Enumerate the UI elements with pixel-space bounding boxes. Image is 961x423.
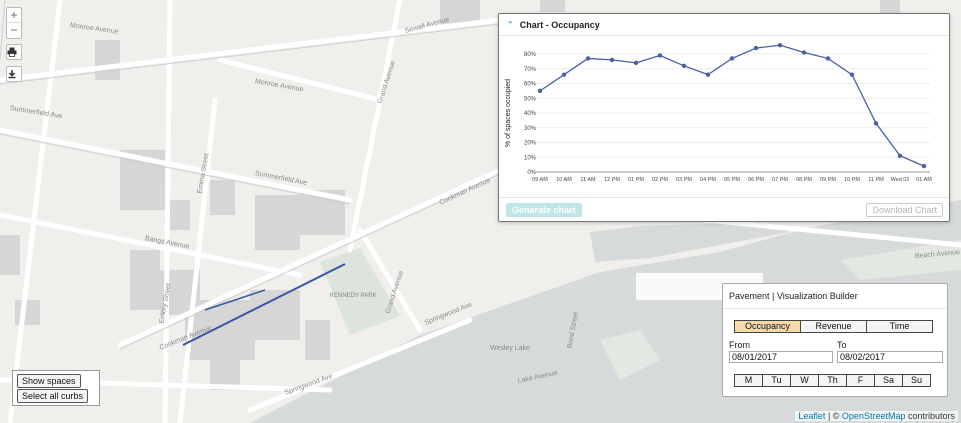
metric-occupancy-button[interactable]: Occupancy [734, 320, 801, 333]
x-tick-label: 09 AM [532, 177, 548, 183]
data-point [609, 57, 615, 63]
print-button[interactable] [6, 44, 22, 60]
download-button[interactable] [6, 66, 22, 82]
metric-time-button[interactable]: Time [866, 320, 933, 333]
select-all-curbs-button[interactable]: Select all curbs [17, 389, 89, 403]
data-point [537, 88, 543, 94]
data-point [681, 63, 687, 68]
data-point [873, 121, 879, 126]
x-tick-label: 08 PM [796, 177, 812, 183]
zoom-in-button[interactable]: + [7, 8, 21, 23]
x-tick-label: 04 PM [700, 177, 716, 183]
x-tick-label: 01 AM [916, 177, 932, 183]
data-point [897, 153, 903, 158]
download-chart-button[interactable]: Download Chart [866, 203, 943, 217]
chart-title: Chart - Occupancy [519, 19, 600, 30]
x-tick-label: 10 PM [844, 177, 860, 183]
data-point [849, 72, 855, 77]
day-sunday-button[interactable]: Su [902, 374, 931, 387]
zoom-out-button[interactable]: − [7, 23, 21, 38]
curb-selection-box: Show spaces Select all curbs [12, 370, 100, 406]
data-point [801, 50, 807, 55]
from-label: From [729, 340, 750, 350]
x-tick-label: 01 PM [628, 177, 644, 183]
data-point [657, 53, 663, 58]
data-point [753, 45, 759, 51]
data-point [633, 60, 639, 66]
show-spaces-button[interactable]: Show spaces [17, 374, 81, 388]
data-point [561, 72, 567, 77]
x-tick-label: Wed 02 [891, 177, 910, 183]
y-tick-label: 0% [527, 170, 536, 176]
y-tick-label: 20% [524, 141, 537, 147]
day-thursday-button[interactable]: Th [818, 374, 847, 387]
chart-header[interactable]: ⌃ Chart - Occupancy [499, 14, 949, 36]
attribution-tail: contributors [905, 411, 955, 421]
x-tick-label: 07 PM [772, 177, 788, 183]
data-point [705, 72, 711, 77]
y-tick-label: 60% [524, 82, 537, 88]
metric-revenue-button[interactable]: Revenue [800, 320, 867, 333]
x-tick-label: 12 PM [604, 177, 620, 183]
visualization-builder: Pavement | Visualization Builder Occupan… [722, 283, 948, 397]
data-point [585, 56, 591, 61]
to-date-input[interactable]: 08/02/2017 [837, 351, 943, 363]
chart-panel: ⌃ Chart - Occupancy 0% 10% 20% 30% 40% 50% 60%… [498, 13, 950, 222]
to-label: To [837, 340, 847, 350]
x-tick-label: 06 PM [748, 177, 764, 183]
chart-footer: Generate chart Download Chart [499, 197, 949, 221]
data-point [777, 42, 783, 48]
data-point [921, 163, 927, 169]
print-icon [7, 47, 17, 57]
x-tick-label: 10 AM [556, 177, 572, 183]
data-point [729, 56, 735, 61]
x-tick-label: 05 PM [724, 177, 740, 183]
y-tick-label: 50% [524, 96, 537, 102]
builder-divider [723, 308, 947, 309]
osm-link[interactable]: OpenStreetMap [842, 411, 906, 421]
day-tuesday-button[interactable]: Tu [762, 374, 791, 387]
builder-title: Pavement | Visualization Builder [729, 291, 858, 301]
y-tick-label: 30% [524, 126, 537, 132]
day-monday-button[interactable]: M [734, 374, 763, 387]
chevron-up-icon[interactable]: ⌃ [507, 20, 514, 29]
day-wednesday-button[interactable]: W [790, 374, 819, 387]
day-selector: M Tu W Th F Sa Su [734, 374, 931, 387]
water-label: Wesley Lake [490, 345, 530, 352]
y-tick-label: 70% [524, 67, 537, 73]
day-saturday-button[interactable]: Sa [874, 374, 903, 387]
day-friday-button[interactable]: F [846, 374, 875, 387]
x-tick-label: 03 PM [676, 177, 692, 183]
zoom-control: + − [6, 7, 22, 39]
occupancy-chart: 0% 10% 20% 30% 40% 50% 60% 70% 80% 09 AM 10 AM 11 A… [505, 42, 932, 183]
metric-selector: Occupancy Revenue Time [734, 320, 933, 333]
map-attribution: Leaflet | © OpenStreetMap contributors [795, 411, 958, 421]
x-tick-label: 11 AM [580, 177, 596, 183]
park-label: KENNEDY PARK [330, 293, 377, 299]
leaflet-link[interactable]: Leaflet [798, 411, 825, 421]
data-point [825, 56, 831, 61]
from-date-input[interactable]: 08/01/2017 [729, 351, 833, 363]
x-tick-label: 11 PM [868, 177, 884, 183]
download-icon [8, 70, 16, 79]
y-tick-label: 40% [524, 111, 537, 117]
attribution-separator: | © [825, 411, 842, 421]
y-axis-label: % of spaces occupied [505, 79, 512, 147]
y-tick-label: 10% [524, 155, 537, 161]
occupancy-series-line [539, 44, 925, 167]
generate-chart-button[interactable]: Generate chart [506, 203, 582, 217]
x-tick-label: 02 PM [652, 177, 668, 183]
x-tick-label: 09 PM [820, 177, 836, 183]
y-tick-label: 80% [524, 52, 537, 58]
